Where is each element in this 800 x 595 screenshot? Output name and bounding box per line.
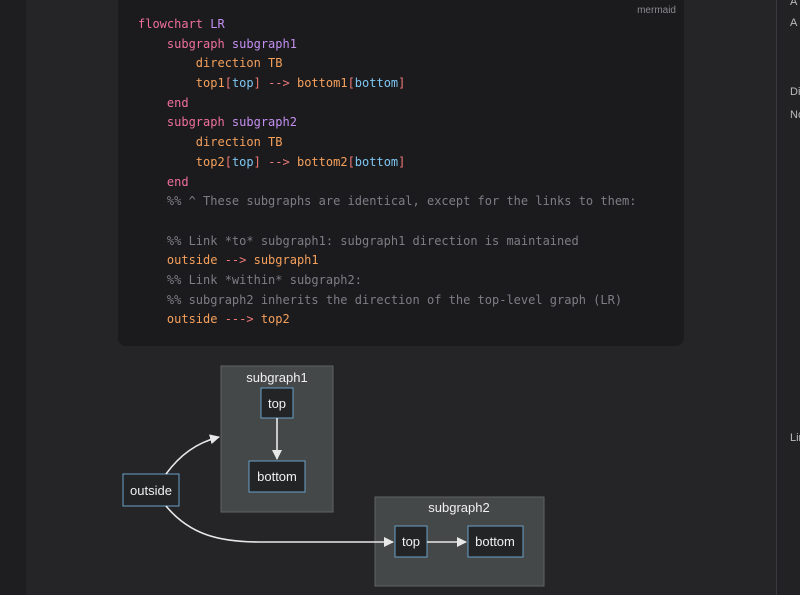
subgraph1-title: subgraph1 bbox=[246, 370, 307, 385]
node-top2-label: top bbox=[402, 534, 420, 549]
node-top1-label: top bbox=[268, 396, 286, 411]
node-bottom1[interactable]: bottom bbox=[248, 460, 306, 493]
node-outside-label: outside bbox=[130, 483, 172, 498]
node-bottom2-label: bottom bbox=[475, 534, 515, 549]
right-panel-text-2: A bbox=[790, 17, 798, 29]
right-panel: A A Di No Lin bbox=[777, 0, 800, 595]
right-panel-text-1: A bbox=[790, 0, 798, 8]
node-bottom2[interactable]: bottom bbox=[467, 525, 524, 558]
mermaid-diagram: subgraph1 top bottom subgraph2 top botto… bbox=[122, 365, 545, 587]
node-outside[interactable]: outside bbox=[122, 473, 180, 507]
edge-outside-subgraph1 bbox=[165, 434, 220, 475]
subgraph2-title: subgraph2 bbox=[428, 500, 489, 515]
right-panel-text-3: Di bbox=[790, 86, 800, 98]
node-bottom1-label: bottom bbox=[257, 469, 297, 484]
right-panel-text-4: No bbox=[790, 109, 800, 121]
node-top2[interactable]: top bbox=[394, 525, 428, 558]
right-panel-text-5: Lin bbox=[790, 432, 800, 444]
node-top1[interactable]: top bbox=[260, 387, 294, 419]
